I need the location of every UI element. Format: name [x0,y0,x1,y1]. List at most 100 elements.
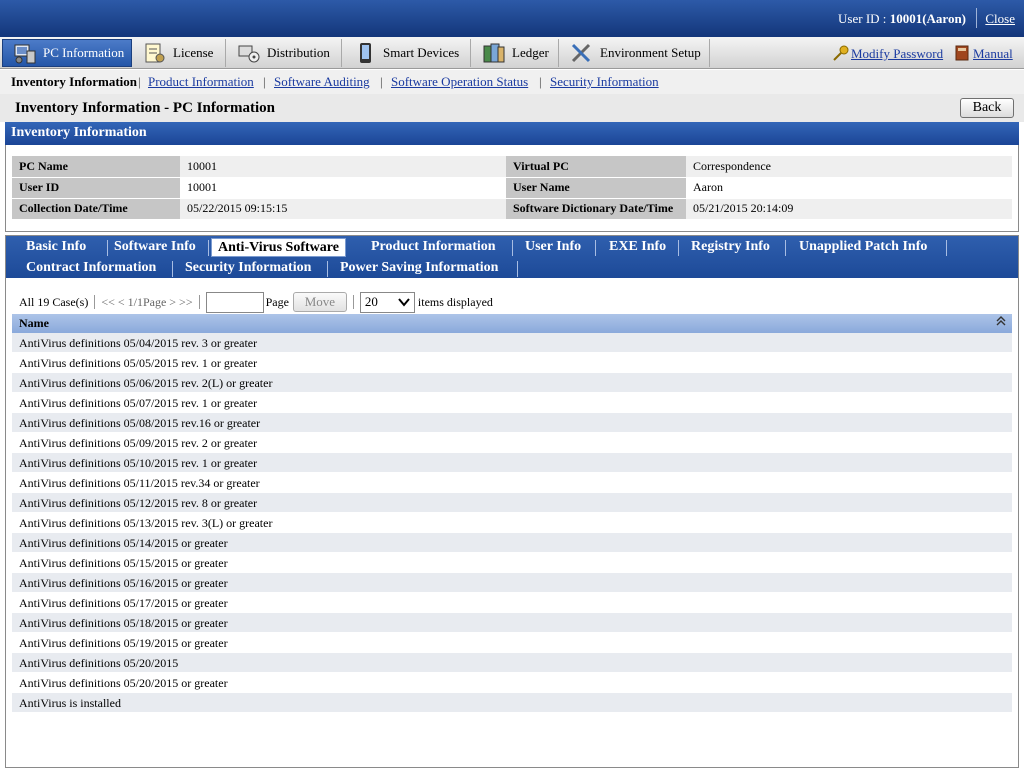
list-item[interactable]: AntiVirus is installed [12,693,1012,713]
info-value: Correspondence [686,156,1012,178]
list-item[interactable]: AntiVirus definitions 05/20/2015 [12,653,1012,673]
manual-book-icon [955,45,969,65]
divider [94,295,96,309]
subnav-product-information[interactable]: Product Information [148,74,254,90]
info-value: Aaron [686,177,1012,199]
info-label: Software Dictionary Date/Time [506,198,686,220]
list-item[interactable]: AntiVirus definitions 05/09/2015 rev. 2 … [12,433,1012,453]
page-title: Inventory Information - PC Information [15,100,275,116]
tab-exe-info[interactable]: EXE Info [603,238,672,257]
total-count: All 19 Case(s) [19,294,89,309]
menu-environment-setup[interactable]: Environment Setup [560,39,710,67]
tab-divider [946,240,947,256]
info-value: 05/22/2015 09:15:15 [180,198,506,220]
list-item[interactable]: AntiVirus definitions 05/10/2015 rev. 1 … [12,453,1012,473]
list-item[interactable]: AntiVirus definitions 05/12/2015 rev. 8 … [12,493,1012,513]
smart-device-icon [353,42,377,64]
info-label: User Name [506,177,686,199]
inventory-info-table: PC Name 10001 Virtual PC Correspondence … [12,156,1012,220]
tab-divider [678,240,679,256]
subnav-divider: | [138,74,141,89]
list-item[interactable]: AntiVirus definitions 05/08/2015 rev.16 … [12,413,1012,433]
info-value: 10001 [180,177,506,199]
page-label: Page [265,294,289,309]
page-number-input[interactable] [205,291,264,313]
modify-password-link[interactable]: Modify Password [851,46,943,62]
tab-product-information[interactable]: Product Information [365,238,502,257]
list-item[interactable]: AntiVirus definitions 05/07/2015 rev. 1 … [12,393,1012,413]
list-item[interactable]: AntiVirus definitions 05/19/2015 or grea… [12,633,1012,653]
inventory-section-header: Inventory Information [5,122,1019,145]
subnav-security-information[interactable]: Security Information [550,74,659,90]
items-displayed-label: items displayed [417,294,493,309]
list-item[interactable]: AntiVirus definitions 05/06/2015 rev. 2(… [12,373,1012,393]
tab-divider [595,240,596,256]
tab-divider [785,240,786,256]
info-value: 05/21/2015 20:14:09 [686,198,1012,220]
info-row: Collection Date/Time 05/22/2015 09:15:15… [12,198,1012,220]
tab-power-saving-information[interactable]: Power Saving Information [334,259,504,278]
tab-anti-virus-software[interactable]: Anti-Virus Software [211,238,346,257]
main-menu: PC Information License Distribution Smar… [0,37,1024,69]
divider [352,295,354,309]
column-header-name[interactable]: Name [12,314,1012,333]
list-item[interactable]: AntiVirus definitions 05/14/2015 or grea… [12,533,1012,553]
tab-software-info[interactable]: Software Info [108,238,202,257]
key-icon [832,45,850,65]
sort-icon[interactable] [996,316,1006,329]
list-item[interactable]: AntiVirus definitions 05/17/2015 or grea… [12,593,1012,613]
info-label: Virtual PC [506,156,686,178]
divider [976,8,977,28]
sub-navigation: Inventory Information | Product Informat… [0,70,1024,94]
info-row: PC Name 10001 Virtual PC Correspondence [12,156,1012,178]
manual-link[interactable]: Manual [973,46,1013,62]
list-rows: AntiVirus definitions 05/04/2015 rev. 3 … [12,333,1012,713]
items-per-page-select[interactable]: 20 [359,291,415,313]
subnav-divider: | [539,74,542,89]
tab-divider [517,261,518,277]
menu-license[interactable]: License [133,39,226,67]
subnav-software-auditing[interactable]: Software Auditing [274,74,370,90]
top-bar: User ID : 10001(Aaron) Close [0,0,1024,37]
info-value: 10001 [180,156,506,178]
info-label: User ID [12,177,180,199]
page-navigation[interactable]: << < 1/1Page > >> [101,295,192,310]
list-item[interactable]: AntiVirus definitions 05/16/2015 or grea… [12,573,1012,593]
subnav-software-operation-status[interactable]: Software Operation Status [391,74,528,90]
antivirus-list: Name AntiVirus definitions 05/04/2015 re… [12,314,1012,713]
info-label: Collection Date/Time [12,198,180,220]
page-title-bar: Inventory Information - PC Information B… [0,94,1024,122]
tab-user-info[interactable]: User Info [519,238,587,257]
tab-registry-info[interactable]: Registry Info [685,238,776,257]
list-item[interactable]: AntiVirus definitions 05/04/2015 rev. 3 … [12,333,1012,353]
list-item[interactable]: AntiVirus definitions 05/18/2015 or grea… [12,613,1012,633]
menu-smart-devices[interactable]: Smart Devices [343,39,471,67]
list-item[interactable]: AntiVirus definitions 05/05/2015 rev. 1 … [12,353,1012,373]
ledger-icon [482,42,506,64]
tools-icon [570,42,594,64]
move-button[interactable]: Move [292,292,347,312]
tab-unapplied-patch-info[interactable]: Unapplied Patch Info [793,238,933,257]
subnav-divider: | [263,74,266,89]
tab-basic-info[interactable]: Basic Info [20,238,92,257]
tab-contract-information[interactable]: Contract Information [20,259,162,278]
menu-pc-information[interactable]: PC Information [2,39,132,67]
menu-distribution[interactable]: Distribution [227,39,342,67]
pager: All 19 Case(s) << < 1/1Page > >> Page Mo… [19,291,493,313]
menu-ledger[interactable]: Ledger [472,39,559,67]
tab-divider [327,261,328,277]
info-row: User ID 10001 User Name Aaron [12,177,1012,199]
info-label: PC Name [12,156,180,178]
list-item[interactable]: AntiVirus definitions 05/20/2015 or grea… [12,673,1012,693]
back-button[interactable]: Back [960,98,1014,118]
list-item[interactable]: AntiVirus definitions 05/11/2015 rev.34 … [12,473,1012,493]
list-item[interactable]: AntiVirus definitions 05/13/2015 rev. 3(… [12,513,1012,533]
chevron-down-icon [397,296,411,312]
tab-security-information[interactable]: Security Information [179,259,317,278]
tab-divider [172,261,173,277]
list-item[interactable]: AntiVirus definitions 05/15/2015 or grea… [12,553,1012,573]
close-link[interactable]: Close [985,11,1015,27]
tab-divider [208,240,209,256]
divider [198,295,200,309]
tab-divider [512,240,513,256]
